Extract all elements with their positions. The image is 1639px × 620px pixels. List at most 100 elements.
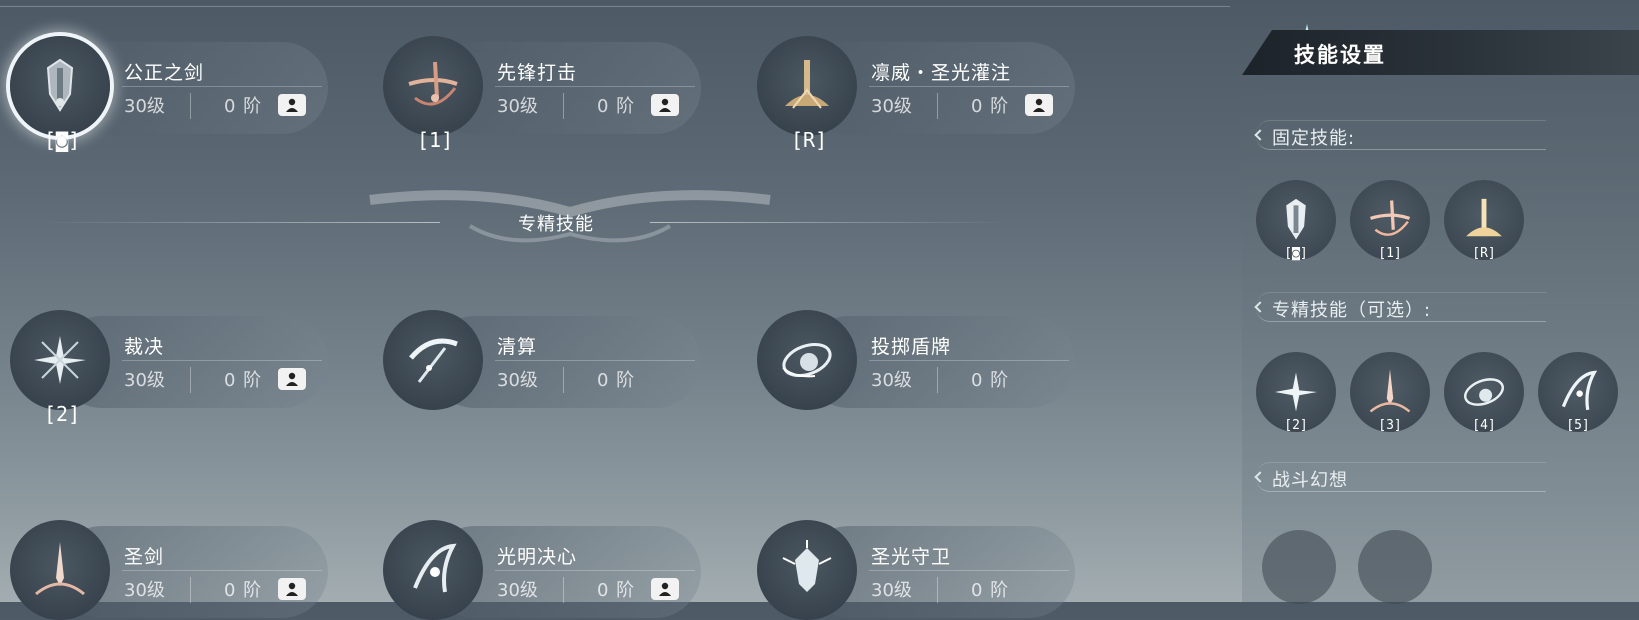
keybind-label: [◙] — [44, 128, 81, 152]
stat-divider — [937, 93, 938, 119]
fixed-slot-3[interactable]: [R] — [1444, 180, 1524, 261]
name-underline — [495, 360, 695, 361]
stat-divider — [190, 93, 191, 119]
section-label: 战斗幻想 — [1272, 470, 1348, 491]
slot-keybind: [3] — [1378, 418, 1402, 433]
holy-light-icon[interactable] — [757, 36, 857, 136]
fixed-slot-1[interactable]: [◙] — [1256, 180, 1336, 261]
spec-section-title: 专精技能 — [518, 214, 594, 235]
skill-name: 清算 — [497, 336, 538, 358]
holy-light-icon — [1466, 198, 1502, 237]
panel-header: 技能设置 — [1242, 30, 1639, 75]
person-badge-icon — [278, 94, 306, 116]
stat-divider — [937, 367, 938, 393]
stat-divider — [563, 93, 564, 119]
section-label: 固定技能: — [1272, 128, 1356, 149]
keybind-label: [1] — [417, 128, 454, 152]
person-badge-icon — [278, 578, 306, 600]
skill-name: 公正之剑 — [124, 62, 205, 84]
vanguard-strike-icon[interactable] — [383, 36, 483, 136]
judgment-icon[interactable] — [10, 310, 110, 410]
skill-level: 30级 — [124, 370, 165, 391]
skill-card-vanguard-strike[interactable]: 先锋打击 30级 0 阶 [1] — [373, 36, 703, 152]
judgment-icon — [1274, 372, 1318, 412]
slot-keybind: [5] — [1566, 418, 1590, 433]
stat-divider — [563, 577, 564, 603]
name-underline — [122, 86, 322, 87]
skill-level: 30级 — [871, 370, 912, 391]
shield-throw-icon — [1464, 378, 1504, 406]
shield-throw-icon[interactable] — [757, 310, 857, 410]
holy-sword-icon[interactable] — [10, 520, 110, 620]
skill-name: 圣剑 — [124, 546, 165, 568]
slot-keybind: [2] — [1284, 418, 1308, 433]
spec-slot-1[interactable]: [2] — [1256, 352, 1336, 433]
name-underline — [869, 86, 1069, 87]
person-badge-icon — [651, 94, 679, 116]
bright-resolve-icon[interactable] — [383, 520, 483, 620]
skill-level: 30级 — [497, 580, 538, 601]
slot-keybind: [◙] — [1284, 246, 1308, 261]
person-badge-icon — [1025, 94, 1053, 116]
section-marker-icon — [1254, 301, 1266, 313]
skill-name: 先锋打击 — [497, 62, 578, 84]
stat-divider — [563, 367, 564, 393]
skill-rank: 0 阶 — [224, 96, 263, 117]
fixed-skills-section: 固定技能: — [1254, 120, 1546, 150]
skill-level: 30级 — [497, 96, 538, 117]
name-underline — [869, 570, 1069, 571]
holy-sword-icon — [1369, 369, 1411, 413]
skill-card-reckoning[interactable]: 清算 30级 0 阶 — [373, 310, 703, 410]
skill-rank: 0 阶 — [224, 580, 263, 601]
section-label: 专精技能（可选）: — [1272, 300, 1432, 321]
skill-card-justice-sword[interactable]: 公正之剑 30级 0 阶 [◙] — [0, 36, 330, 152]
skill-level: 30级 — [871, 96, 912, 117]
skill-card-shield-throw[interactable]: 投掷盾牌 30级 0 阶 — [747, 310, 1077, 410]
slot-keybind: [4] — [1472, 418, 1496, 433]
keybind-label: [R] — [791, 128, 828, 152]
spec-slot-4[interactable]: [5] — [1538, 352, 1618, 433]
reckoning-icon[interactable] — [383, 310, 483, 410]
skill-card-judgment[interactable]: 裁决 30级 0 阶 [2] — [0, 310, 330, 426]
skill-rank: 0 阶 — [971, 580, 1010, 601]
slot-keybind: [1] — [1378, 246, 1402, 261]
name-underline — [122, 570, 322, 571]
skill-level: 30级 — [871, 580, 912, 601]
name-underline — [122, 360, 322, 361]
spec-slot-3[interactable]: [4] — [1444, 352, 1524, 433]
skill-name: 裁决 — [124, 336, 165, 358]
spec-section-header: 专精技能 — [30, 190, 1010, 260]
skill-name: 凛威・圣光灌注 — [871, 62, 1012, 84]
fantasy-slot-2[interactable] — [1358, 530, 1432, 604]
justice-sword-icon[interactable] — [10, 36, 110, 136]
name-underline — [869, 360, 1069, 361]
skill-rank: 0 阶 — [597, 96, 636, 117]
justice-sword-icon — [1286, 198, 1306, 240]
skill-level: 30级 — [124, 580, 165, 601]
spec-skills-section: 专精技能（可选）: — [1254, 292, 1546, 322]
name-underline — [495, 86, 695, 87]
slot-keybind: [R] — [1472, 246, 1496, 261]
skill-card-holy-light[interactable]: 凛威・圣光灌注 30级 0 阶 [R] — [747, 36, 1077, 152]
section-marker-icon — [1254, 129, 1266, 141]
person-badge-icon — [278, 368, 306, 390]
top-divider — [0, 6, 1230, 7]
skill-name: 圣光守卫 — [871, 546, 952, 568]
battle-fantasy-section: 战斗幻想 — [1254, 462, 1546, 492]
stat-divider — [937, 577, 938, 603]
keybind-label: [2] — [44, 402, 81, 426]
skill-settings-panel: 技能设置 固定技能: [◙] [1] [R] 专精技能（可选）: [2] [3]… — [1242, 30, 1639, 604]
stat-divider — [190, 367, 191, 393]
section-marker-icon — [1254, 471, 1266, 483]
skill-rank: 0 阶 — [971, 96, 1010, 117]
skill-name: 光明决心 — [497, 546, 578, 568]
name-underline — [495, 570, 695, 571]
stat-divider — [190, 577, 191, 603]
fixed-slot-2[interactable]: [1] — [1350, 180, 1430, 261]
fantasy-slot-1[interactable] — [1262, 530, 1336, 604]
person-badge-icon — [651, 578, 679, 600]
skill-rank: 0 阶 — [597, 580, 636, 601]
holy-guard-icon[interactable] — [757, 520, 857, 620]
skill-name: 投掷盾牌 — [871, 336, 952, 358]
spec-slot-2[interactable]: [3] — [1350, 352, 1430, 433]
